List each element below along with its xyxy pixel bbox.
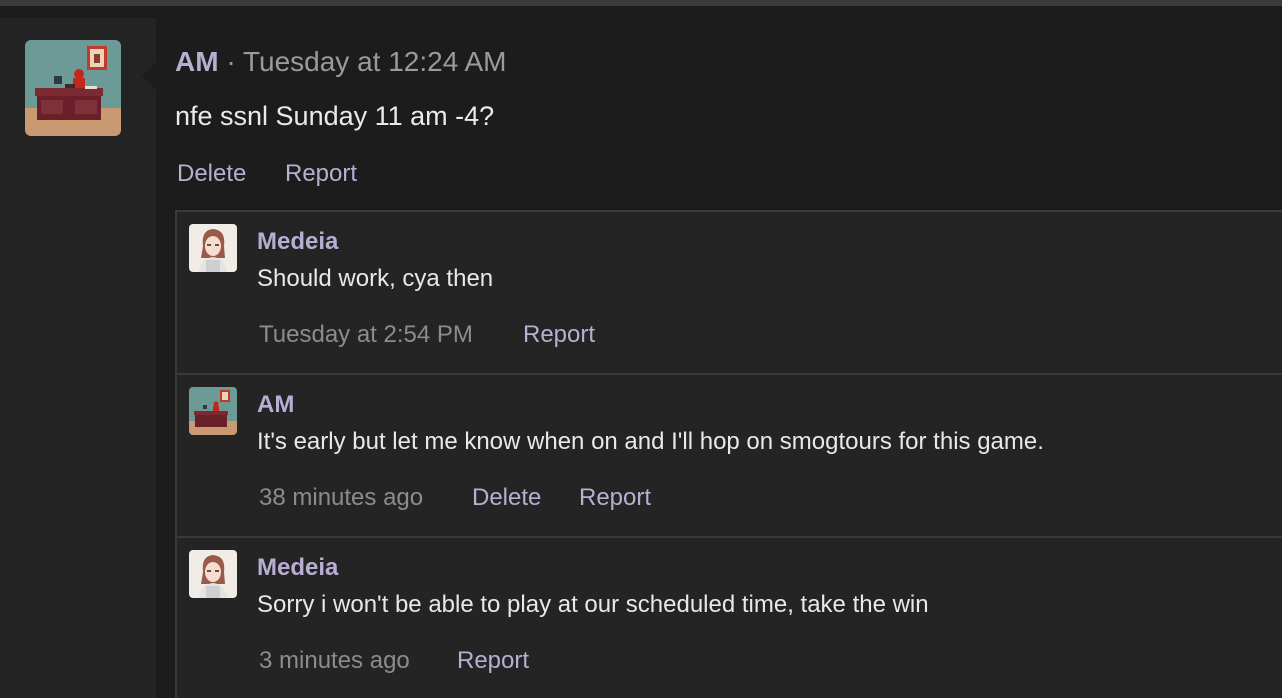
am-avatar[interactable] <box>189 387 237 435</box>
comment-author[interactable]: AM <box>257 390 294 420</box>
post-delete-link[interactable]: Delete <box>177 159 246 189</box>
anime-girl-icon <box>189 224 237 272</box>
comment-timestamp[interactable]: 38 minutes ago <box>259 483 423 513</box>
medeia-avatar[interactable] <box>189 550 237 598</box>
comment-report-link[interactable]: Report <box>457 646 529 676</box>
post-author[interactable]: AM <box>175 46 219 77</box>
comment-text: Should work, cya then <box>257 265 494 292</box>
comment-timestamp[interactable]: 3 minutes ago <box>259 646 410 676</box>
post-text: nfe ssnl Sunday 11 am -4? <box>175 101 495 131</box>
comment-delete-link[interactable]: Delete <box>472 483 541 513</box>
comment-report-link[interactable]: Report <box>579 483 651 513</box>
comment-text: It's early but let me know when on and I… <box>257 428 1044 455</box>
medeia-avatar[interactable] <box>189 224 237 272</box>
anime-girl-icon <box>189 550 237 598</box>
comment-divider <box>177 373 1282 375</box>
am-avatar[interactable] <box>25 40 121 136</box>
post-timestamp[interactable]: Tuesday at 12:24 AM <box>243 46 507 77</box>
comment-author[interactable]: Medeia <box>257 227 338 257</box>
office-desk-icon <box>189 387 237 435</box>
comment-timestamp[interactable]: Tuesday at 2:54 PM <box>259 320 473 350</box>
message-pointer-arrow <box>142 62 156 90</box>
post-meta: AM · Tuesday at 12:24 AM <box>175 44 507 80</box>
meta-separator: · <box>226 46 236 77</box>
office-desk-icon <box>25 40 121 136</box>
comment-text: Sorry i won't be able to play at our sch… <box>257 591 929 618</box>
comment-author[interactable]: Medeia <box>257 553 338 583</box>
comment-report-link[interactable]: Report <box>523 320 595 350</box>
top-bar-shadow <box>0 6 1282 18</box>
comment-divider <box>177 536 1282 538</box>
post-report-link[interactable]: Report <box>285 159 357 189</box>
